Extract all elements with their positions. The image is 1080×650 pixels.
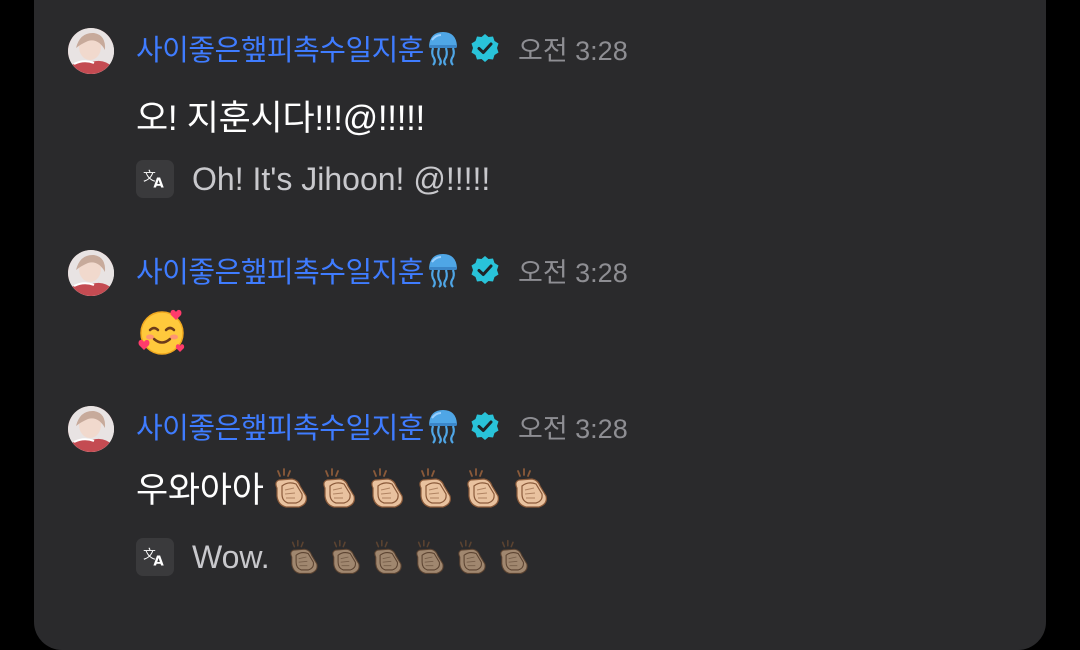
clap-emoji-group xyxy=(280,538,532,576)
clapping-hands-icon xyxy=(274,467,307,508)
clap-emoji-group xyxy=(264,466,552,510)
avatar[interactable] xyxy=(68,28,114,74)
avatar-image xyxy=(68,406,114,452)
avatar[interactable] xyxy=(68,250,114,296)
clapping-hands-icon xyxy=(466,467,499,508)
verified-badge-icon xyxy=(471,34,499,62)
avatar-image xyxy=(68,28,114,74)
clapping-hands-icon xyxy=(415,539,444,574)
clapping-hands-icon xyxy=(331,539,360,574)
svg-text:A: A xyxy=(153,555,164,570)
clapping-hands-icon xyxy=(373,539,402,574)
translation-row: 文 A Wow. xyxy=(136,536,532,578)
message-text: 오! 지훈시다!!!@!!!!! xyxy=(136,99,425,138)
clapping-hands-icon xyxy=(418,467,451,508)
username[interactable]: 사이좋은햎피촉수일지훈 xyxy=(136,27,424,69)
smiling-face-with-hearts-icon xyxy=(138,309,185,355)
timestamp: 오전 3:28 xyxy=(517,257,628,288)
clapping-hands-icon xyxy=(514,467,547,508)
message-header: 사이좋은햎피촉수일지훈 오전 3:28 xyxy=(136,250,628,290)
message-header: 사이좋은햎피촉수일지훈 오전 3:28 xyxy=(136,28,628,68)
clapping-hands-icon xyxy=(499,539,528,574)
username[interactable]: 사이좋은햎피촉수일지훈 xyxy=(136,249,424,291)
clapping-hands-icon xyxy=(322,467,355,508)
avatar[interactable] xyxy=(68,406,114,452)
timestamp: 오전 3:28 xyxy=(517,413,628,444)
username[interactable]: 사이좋은햎피촉수일지훈 xyxy=(136,405,424,447)
translate-icon[interactable]: 文 A xyxy=(136,538,174,576)
verified-badge-icon xyxy=(471,412,499,440)
translate-icon[interactable]: 文 A xyxy=(136,160,174,198)
timestamp: 오전 3:28 xyxy=(517,35,628,66)
translation-text: Oh! It's Jihoon! @!!!!! xyxy=(192,160,491,197)
svg-text:A: A xyxy=(153,177,164,192)
jellyfish-icon xyxy=(428,32,457,66)
translation-row: 文 A Oh! It's Jihoon! @!!!!! xyxy=(136,158,490,200)
message-text-content: 우와아아 xyxy=(136,471,264,510)
jellyfish-icon xyxy=(428,410,457,444)
clapping-hands-icon xyxy=(370,467,403,508)
clapping-hands-icon xyxy=(289,539,318,574)
message-header: 사이좋은햎피촉수일지훈 오전 3:28 xyxy=(136,406,628,446)
verified-badge-icon xyxy=(471,256,499,284)
avatar-image xyxy=(68,250,114,296)
message-text xyxy=(136,306,188,358)
jellyfish-icon xyxy=(428,254,457,288)
message-text: 우와아아 xyxy=(136,462,552,513)
translation-text: Wow. xyxy=(192,538,270,575)
clapping-hands-icon xyxy=(457,539,486,574)
